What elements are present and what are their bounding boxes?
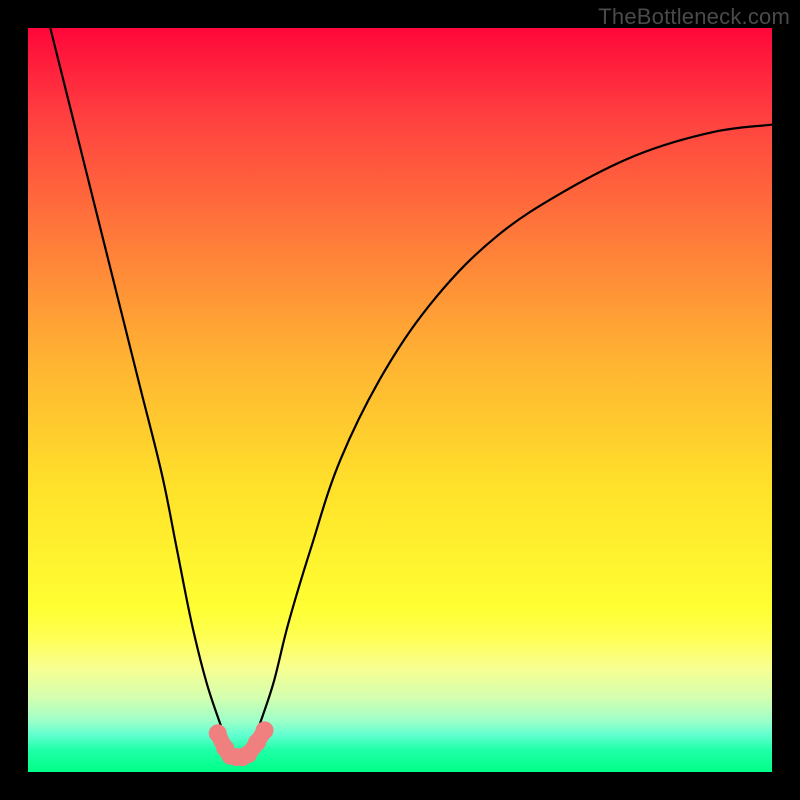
curve-path — [50, 28, 772, 758]
bottleneck-curve — [28, 28, 772, 772]
chart-frame: TheBottleneck.com — [0, 0, 800, 800]
watermark-text: TheBottleneck.com — [598, 4, 790, 30]
sweet-spot-dots — [209, 721, 274, 766]
sweet-spot-dot — [256, 721, 274, 739]
plot-area — [28, 28, 772, 772]
